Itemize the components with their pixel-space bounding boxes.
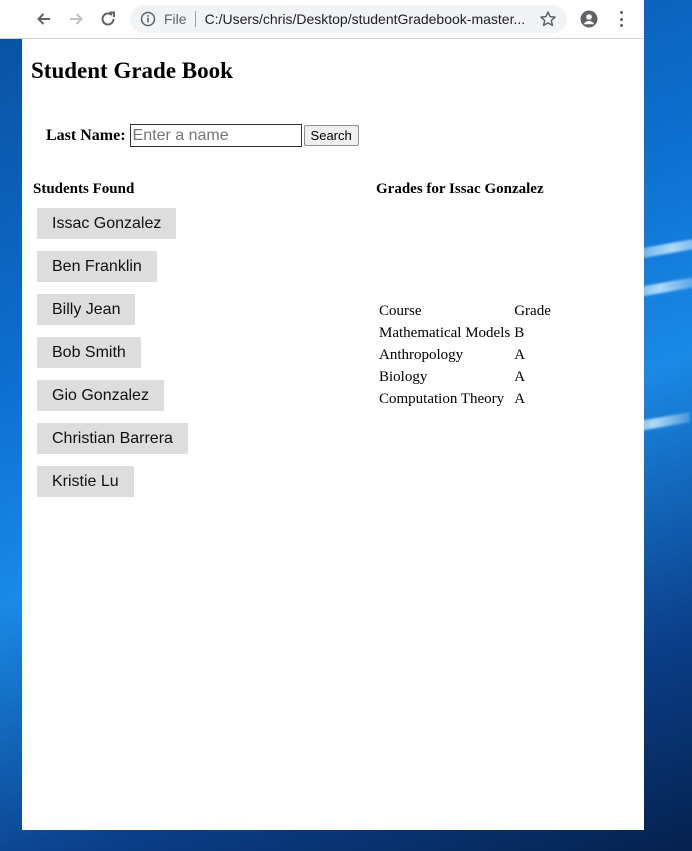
reload-icon xyxy=(101,11,115,26)
reload-button[interactable] xyxy=(98,9,118,29)
table-row: Biology A xyxy=(377,366,553,388)
student-button[interactable]: Issac Gonzalez xyxy=(37,208,177,239)
grades-heading: Grades for Issac Gonzalez xyxy=(376,181,544,197)
student-button[interactable]: Billy Jean xyxy=(37,294,136,325)
table-row: Mathematical Models B xyxy=(377,322,553,344)
grade-cell: A xyxy=(514,346,526,363)
course-cell: Anthropology xyxy=(379,346,464,363)
browser-window: File C:/Users/chris/Desktop/studentGrade… xyxy=(0,0,644,830)
more-menu-icon[interactable] xyxy=(614,10,628,28)
grade-cell: A xyxy=(514,368,526,385)
course-cell: Computation Theory xyxy=(379,390,505,407)
course-cell: Biology xyxy=(379,368,428,385)
students-found-heading: Students Found xyxy=(33,181,135,197)
student-list: Issac Gonzalez Ben Franklin Billy Jean B… xyxy=(37,208,188,509)
student-button[interactable]: Christian Barrera xyxy=(37,423,188,454)
address-bar[interactable]: File C:/Users/chris/Desktop/studentGrade… xyxy=(130,5,567,33)
column-header-grade: Grade xyxy=(514,302,551,319)
student-button[interactable]: Gio Gonzalez xyxy=(37,380,164,411)
back-button[interactable] xyxy=(34,9,54,29)
student-button[interactable]: Kristie Lu xyxy=(37,466,134,497)
last-name-input[interactable] xyxy=(129,124,302,147)
bookmark-star-icon[interactable] xyxy=(539,10,557,28)
search-form: Last Name: Search xyxy=(46,124,359,147)
column-header-course: Course xyxy=(379,302,422,319)
url-text[interactable]: C:/Users/chris/Desktop/studentGradebook-… xyxy=(205,11,535,27)
last-name-label: Last Name: xyxy=(46,126,126,144)
table-header-row: Course Grade xyxy=(377,300,553,322)
address-separator xyxy=(194,11,196,27)
table-row: Anthropology A xyxy=(377,344,553,366)
account-icon[interactable] xyxy=(580,10,598,28)
info-icon[interactable] xyxy=(140,11,156,27)
page-title: Student Grade Book xyxy=(31,58,233,83)
grade-cell: A xyxy=(514,390,526,407)
arrow-right-icon xyxy=(70,13,83,25)
arrow-left-icon xyxy=(37,13,50,25)
table-row: Computation Theory A xyxy=(377,388,553,410)
student-button[interactable]: Bob Smith xyxy=(37,337,141,368)
student-button[interactable]: Ben Franklin xyxy=(37,251,157,282)
url-scheme-label: File xyxy=(164,11,187,27)
course-cell: Mathematical Models xyxy=(379,324,511,341)
browser-toolbar: File C:/Users/chris/Desktop/studentGrade… xyxy=(0,0,644,39)
search-button[interactable]: Search xyxy=(303,125,359,146)
grade-cell: B xyxy=(514,324,525,341)
grades-table: Course Grade Mathematical Models B Anthr… xyxy=(377,300,553,410)
forward-button[interactable] xyxy=(66,9,86,29)
page-content: Student Grade Book Last Name: Search Stu… xyxy=(22,38,644,830)
